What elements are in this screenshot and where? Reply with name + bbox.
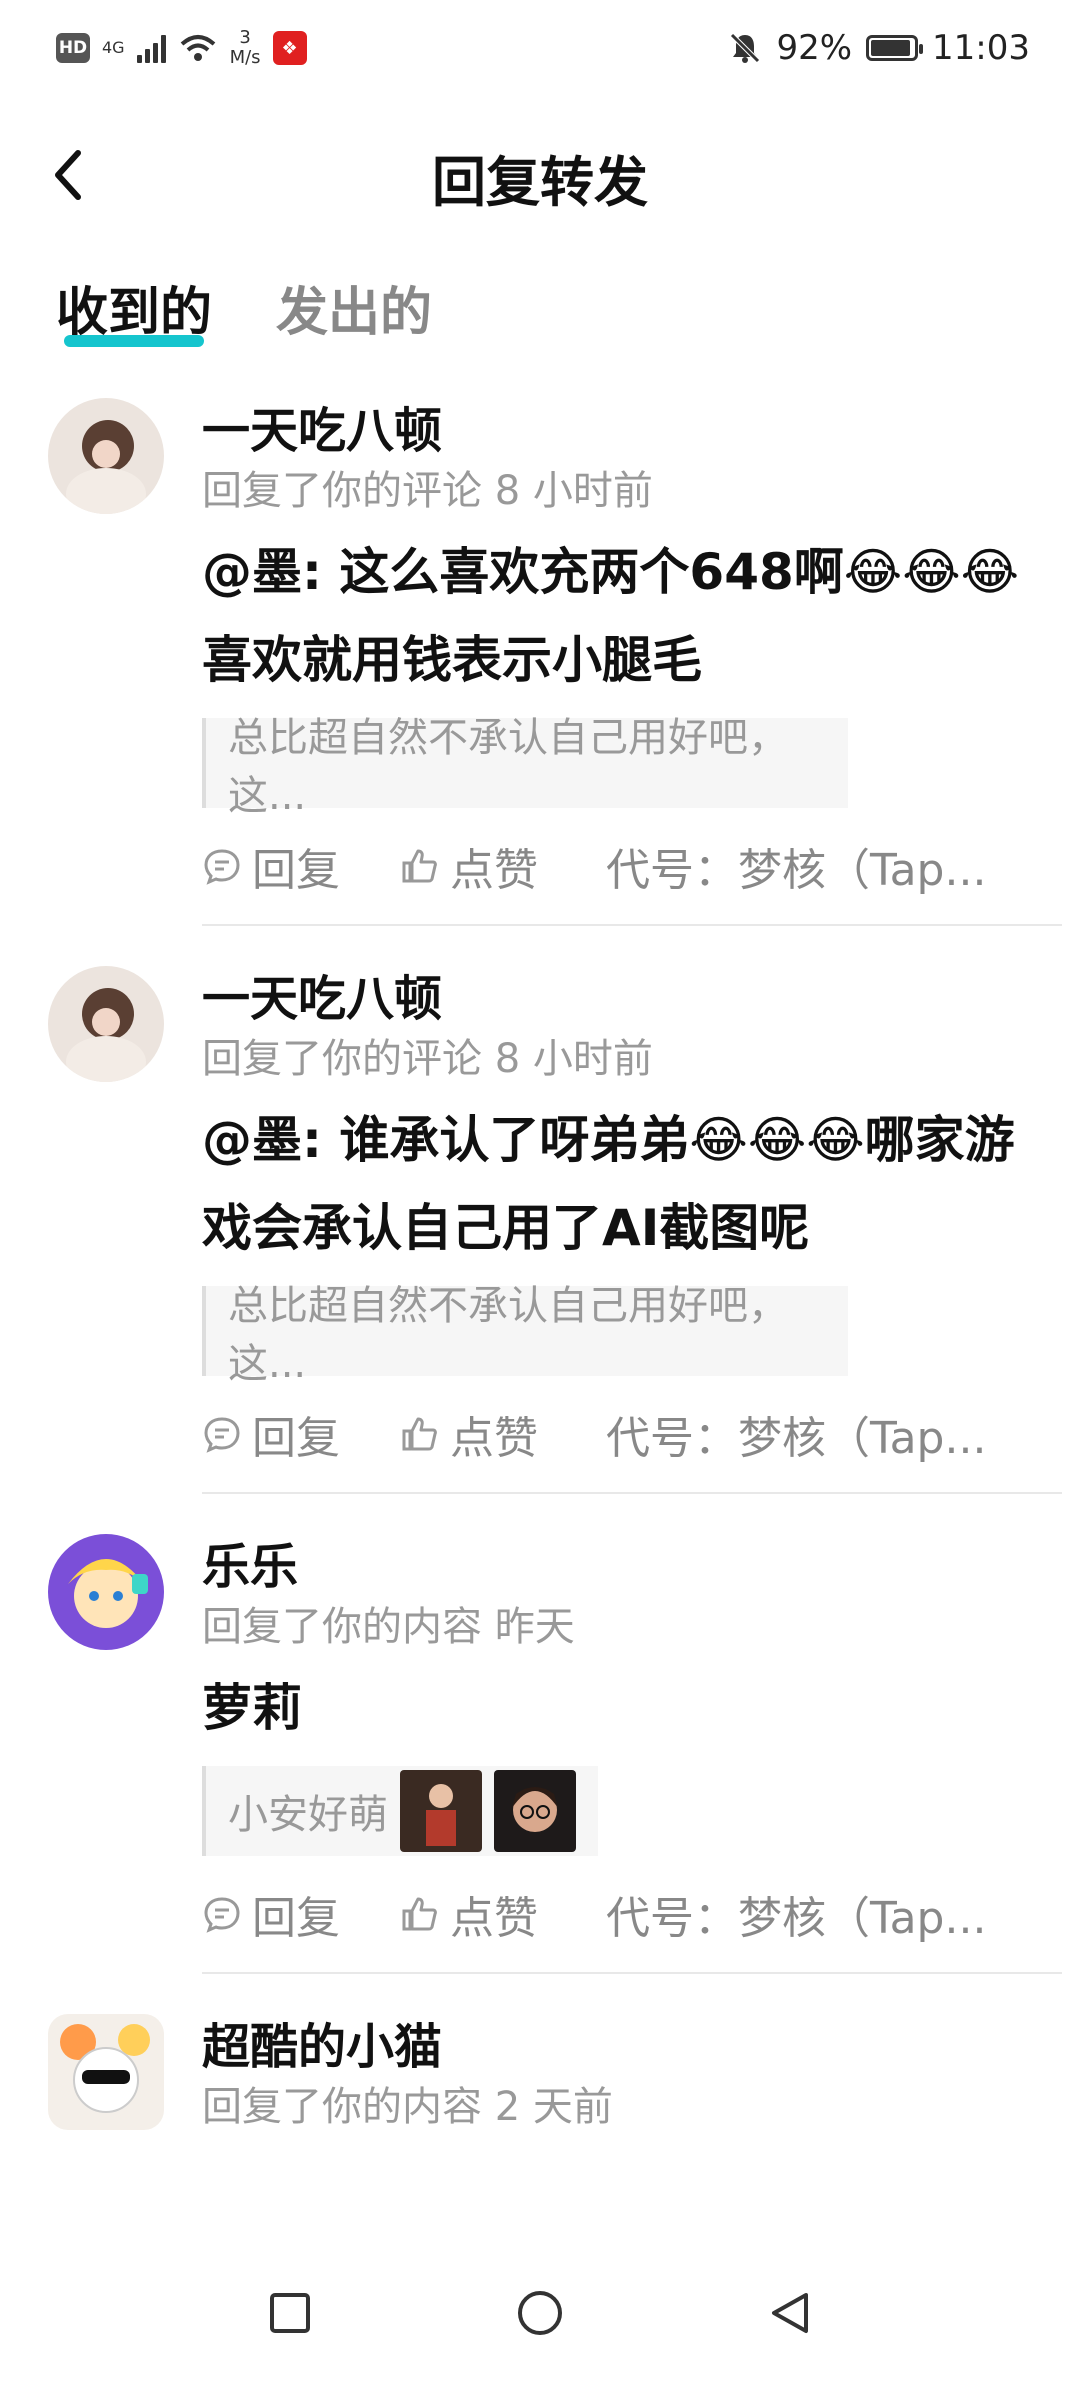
home-button[interactable]: [510, 2283, 570, 2343]
tab-bar: 收到的 发出的: [56, 270, 432, 359]
avatar[interactable]: [48, 2014, 164, 2130]
tab-sent-label: 发出的: [276, 283, 433, 343]
list-item[interactable]: 一天吃八顿 回复了你的评论 8 小时前 @墨: 这么喜欢充两个648啊😂😂😂喜欢…: [0, 390, 1080, 926]
list-item[interactable]: 超酷的小猫 回复了你的内容 2 天前: [0, 2006, 1080, 2136]
topic-tag[interactable]: 代号：梦核（Tap...: [606, 1882, 986, 1946]
status-left: HD 4G 3 M/s ❖: [56, 28, 307, 68]
user-name[interactable]: 乐乐: [202, 1526, 1060, 1598]
action-row: 回复 点赞 代号：梦核（Tap...: [202, 808, 1060, 924]
topic-tag-label: 代号：梦核（Tap...: [606, 845, 987, 896]
clock: 11:03: [932, 28, 1030, 68]
reply-icon: [204, 849, 240, 885]
reply-text[interactable]: @墨: 这么喜欢充两个648啊😂😂😂喜欢就用钱表示小腿毛: [202, 528, 1022, 704]
reply-meta: 回复了你的评论 8 小时前: [202, 1036, 653, 1082]
home-circle-icon: [518, 2291, 562, 2335]
item-content: 一天吃八顿 回复了你的评论 8 小时前 @墨: 这么喜欢充两个648啊😂😂😂喜欢…: [202, 390, 1080, 924]
reply-button[interactable]: 回复: [202, 1882, 340, 1946]
nav-back-button[interactable]: [760, 2283, 820, 2343]
list-item[interactable]: 一天吃八顿 回复了你的评论 8 小时前 @墨: 谁承认了呀弟弟😂😂😂哪家游戏会承…: [0, 958, 1080, 1494]
hd-badge: HD: [56, 33, 90, 63]
quoted-text: 总比超自然不承认自己用好吧，这...: [228, 715, 788, 819]
like-label: 点赞: [450, 1413, 538, 1464]
reply-text[interactable]: @墨: 谁承认了呀弟弟😂😂😂哪家游戏会承认自己用了AI截图呢: [202, 1096, 1022, 1272]
quoted-content[interactable]: 小安好萌: [202, 1766, 598, 1856]
like-icon: [402, 1417, 437, 1451]
like-label: 点赞: [450, 1893, 538, 1944]
reply-text[interactable]: 萝莉: [202, 1664, 1022, 1752]
reply-label: 回复: [252, 1413, 340, 1464]
content-thumbnail: [400, 1770, 482, 1852]
net-speed: 3 M/s: [229, 27, 261, 68]
topic-tag-label: 代号：梦核（Tap...: [606, 1893, 987, 1944]
like-button[interactable]: 点赞: [400, 1882, 538, 1946]
reply-meta: 回复了你的内容 昨天: [202, 1604, 575, 1650]
reply-icon: [204, 1897, 240, 1933]
avatar[interactable]: [48, 1534, 164, 1650]
list-item[interactable]: 乐乐 回复了你的内容 昨天 萝莉 小安好萌 回复 点赞 代号：梦核（Tap...: [0, 1526, 1080, 1974]
reply-button[interactable]: 回复: [202, 1402, 340, 1466]
app-notification-icon: ❖: [272, 31, 307, 65]
like-button[interactable]: 点赞: [400, 834, 538, 898]
reply-list: 一天吃八顿 回复了你的评论 8 小时前 @墨: 这么喜欢充两个648啊😂😂😂喜欢…: [0, 390, 1080, 2136]
divider: [202, 1492, 1062, 1494]
content-thumbnail: [494, 1770, 576, 1852]
tab-sent[interactable]: 发出的: [276, 270, 432, 359]
mute-bell-icon: [730, 33, 761, 63]
like-icon: [402, 849, 437, 883]
wifi-icon: [180, 35, 215, 61]
quoted-text: 小安好萌: [228, 1792, 388, 1838]
divider: [202, 1972, 1062, 1974]
reply-label: 回复: [252, 1893, 340, 1944]
avatar[interactable]: [48, 398, 164, 514]
recents-button[interactable]: [260, 2283, 320, 2343]
battery-percent: 92%: [776, 28, 853, 68]
item-content: 超酷的小猫 回复了你的内容 2 天前: [202, 2006, 1080, 2136]
topic-tag[interactable]: 代号：梦核（Tap...: [606, 1402, 986, 1466]
page-title: 回复转发: [432, 151, 648, 214]
reply-label: 回复: [252, 845, 340, 896]
item-content: 一天吃八顿 回复了你的评论 8 小时前 @墨: 谁承认了呀弟弟😂😂😂哪家游戏会承…: [202, 958, 1080, 1492]
like-button[interactable]: 点赞: [400, 1402, 538, 1466]
header: 回复转发: [0, 110, 1080, 240]
topic-tag[interactable]: 代号：梦核（Tap...: [606, 834, 986, 898]
home-square-icon: [270, 2293, 310, 2333]
divider: [202, 924, 1062, 926]
reply-icon: [204, 1417, 240, 1453]
signal-icon: [136, 33, 166, 63]
signal-type: 4G: [102, 38, 125, 57]
action-row: 回复 点赞 代号：梦核（Tap...: [202, 1376, 1060, 1492]
reply-meta: 回复了你的内容 2 天前: [202, 2084, 613, 2130]
like-label: 点赞: [450, 845, 538, 896]
tab-received-label: 收到的: [56, 283, 213, 343]
status-bar: HD 4G 3 M/s ❖ 92% 11:03: [0, 0, 1080, 100]
battery-icon: [866, 35, 924, 61]
user-name[interactable]: 一天吃八顿: [202, 958, 1060, 1030]
status-right: 92% 11:03: [728, 28, 1030, 68]
reply-button[interactable]: 回复: [202, 834, 340, 898]
item-content: 乐乐 回复了你的内容 昨天 萝莉 小安好萌 回复 点赞 代号：梦核（Tap...: [202, 1526, 1080, 1972]
topic-tag-label: 代号：梦核（Tap...: [606, 1413, 987, 1464]
quoted-comment[interactable]: 总比超自然不承认自己用好吧，这...: [202, 715, 848, 819]
quoted-comment[interactable]: 总比超自然不承认自己用好吧，这...: [202, 1283, 848, 1387]
action-row: 回复 点赞 代号：梦核（Tap...: [202, 1856, 1060, 1972]
system-nav-bar: [0, 2238, 1080, 2388]
reply-meta: 回复了你的评论 8 小时前: [202, 468, 653, 514]
tab-received[interactable]: 收到的: [56, 270, 212, 359]
quoted-text: 总比超自然不承认自己用好吧，这...: [228, 1283, 788, 1387]
user-name[interactable]: 超酷的小猫: [202, 2006, 1060, 2078]
avatar[interactable]: [48, 966, 164, 1082]
user-name[interactable]: 一天吃八顿: [202, 390, 1060, 462]
like-icon: [402, 1897, 437, 1931]
back-triangle-icon: [772, 2293, 808, 2333]
